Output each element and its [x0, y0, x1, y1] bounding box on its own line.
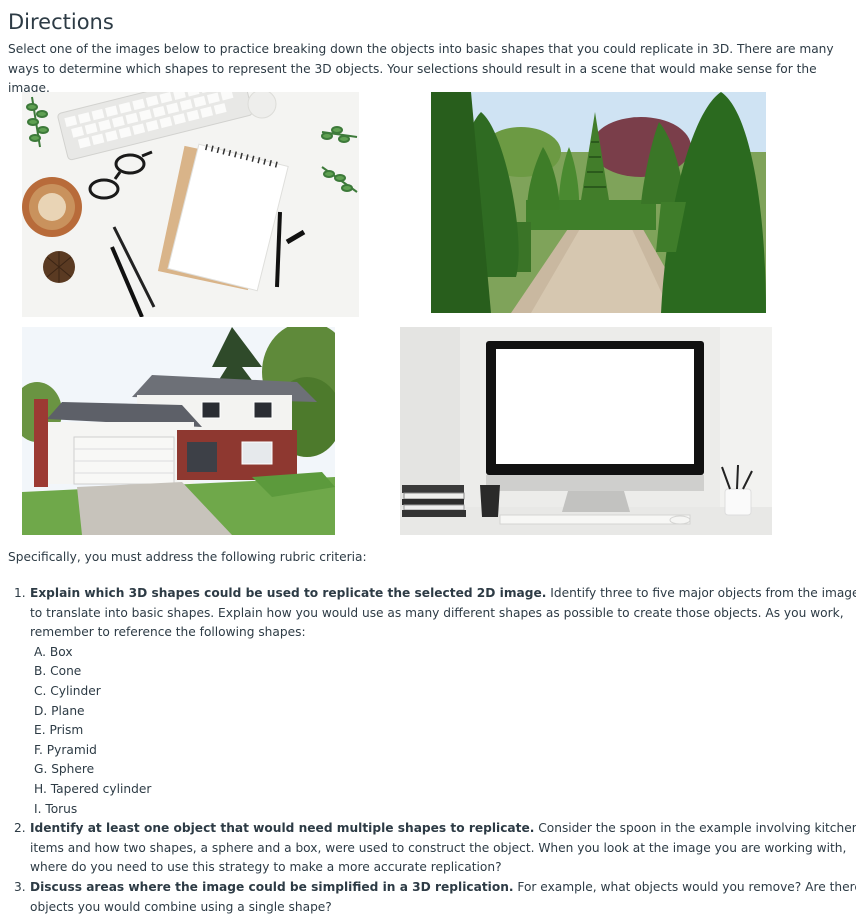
- item-number: 2.: [14, 821, 26, 836]
- criteria-intro: Specifically, you must address the follo…: [8, 550, 367, 564]
- shape-item: F. Pyramid: [34, 742, 97, 757]
- rubric-list: 1. Explain which 3D shapes could be used…: [0, 584, 856, 917]
- intro-text: Select one of the images below to practi…: [8, 42, 834, 95]
- rubric-item-2: 2. Identify at least one object that wou…: [14, 819, 856, 878]
- rubric-item-3: 3. Discuss areas where the image could b…: [14, 878, 856, 917]
- item-heading: Discuss areas where the image could be s…: [30, 879, 514, 894]
- item-number: 3.: [14, 879, 26, 894]
- page: { "heading": "Directions", "intro": "Sel…: [0, 0, 856, 922]
- item-heading: Identify at least one object that would …: [30, 821, 535, 836]
- item-number: 1.: [14, 586, 26, 600]
- shape-item: I. Torus: [34, 801, 78, 816]
- shapes-list: A. Box B. Cone C. Cylinder D. Plane E. P…: [30, 643, 856, 819]
- desk-flatlay-image[interactable]: [22, 92, 359, 317]
- shape-item: B. Cone: [34, 664, 82, 679]
- shape-item: A. Box: [34, 644, 73, 659]
- house-image[interactable]: [22, 327, 335, 535]
- shape-item: D. Plane: [34, 703, 85, 718]
- shape-item: G. Sphere: [34, 762, 95, 777]
- shape-item: E. Prism: [34, 723, 84, 738]
- monitor-desk-image[interactable]: [400, 327, 772, 535]
- shape-item: C. Cylinder: [34, 683, 101, 698]
- item-heading: Explain which 3D shapes could be used to…: [30, 586, 547, 600]
- page-title: Directions: [8, 10, 114, 34]
- shape-item: H. Tapered cylinder: [34, 781, 152, 796]
- garden-image[interactable]: [431, 92, 766, 313]
- rubric-item-1: 1. Explain which 3D shapes could be used…: [14, 584, 856, 819]
